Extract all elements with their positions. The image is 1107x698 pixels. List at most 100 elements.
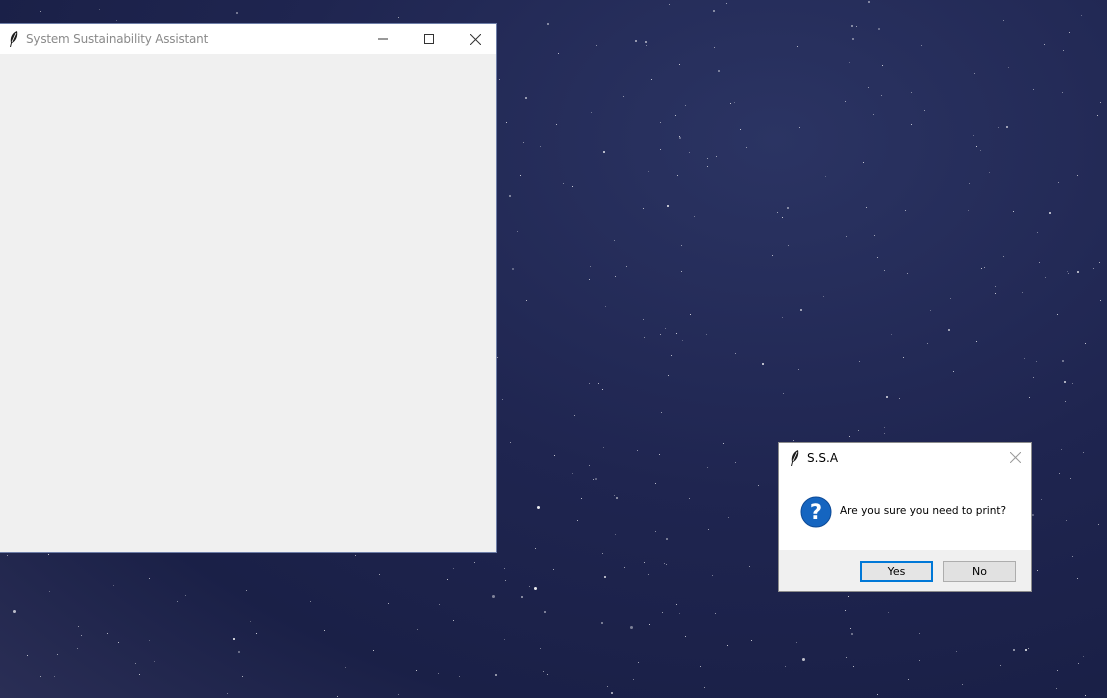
- star: [238, 651, 241, 654]
- star: [921, 45, 923, 47]
- dialog-close-button[interactable]: [1003, 446, 1027, 468]
- star: [660, 412, 662, 414]
- star: [876, 694, 878, 696]
- star: [975, 340, 977, 342]
- yes-button[interactable]: Yes: [860, 561, 933, 582]
- star: [878, 28, 881, 31]
- close-icon: [1009, 451, 1021, 463]
- star: [883, 270, 885, 272]
- star: [1024, 357, 1026, 359]
- star: [685, 104, 687, 106]
- star: [1064, 400, 1066, 402]
- star: [845, 610, 847, 612]
- star: [522, 142, 524, 144]
- star: [784, 666, 786, 668]
- star: [310, 601, 312, 603]
- star: [877, 257, 879, 259]
- star: [845, 235, 847, 237]
- star: [184, 594, 186, 596]
- star: [613, 240, 615, 242]
- star: [1058, 473, 1060, 475]
- star: [632, 678, 634, 680]
- star: [1067, 273, 1069, 274]
- no-button[interactable]: No: [943, 561, 1016, 582]
- star: [728, 516, 730, 518]
- star: [623, 567, 625, 569]
- star: [645, 41, 648, 44]
- star: [1007, 67, 1009, 69]
- maximize-button[interactable]: [406, 24, 452, 54]
- star: [496, 357, 498, 359]
- star: [453, 620, 455, 622]
- star: [48, 553, 50, 555]
- star: [883, 432, 885, 434]
- star: [646, 45, 648, 47]
- star: [1076, 270, 1079, 273]
- star: [642, 318, 644, 320]
- star: [1097, 524, 1099, 526]
- svg-text:?: ?: [810, 500, 822, 524]
- star: [1083, 452, 1085, 454]
- star: [1078, 662, 1080, 664]
- star: [665, 537, 668, 540]
- star: [345, 666, 347, 668]
- star: [39, 676, 41, 678]
- star: [726, 645, 728, 647]
- close-button[interactable]: [452, 24, 498, 54]
- star: [572, 473, 574, 475]
- star: [700, 666, 702, 668]
- dialog-button-bar: Yes No: [779, 550, 1031, 591]
- star: [589, 383, 591, 385]
- star: [534, 586, 538, 590]
- star: [694, 216, 696, 218]
- star: [666, 564, 667, 566]
- star: [629, 626, 633, 630]
- star: [510, 441, 512, 443]
- star: [745, 146, 747, 148]
- star: [802, 658, 806, 662]
- star: [983, 267, 985, 269]
- star: [911, 91, 913, 93]
- minimize-button[interactable]: [360, 24, 406, 54]
- star: [1013, 648, 1016, 651]
- star: [947, 328, 950, 331]
- star: [233, 637, 236, 640]
- star: [1071, 556, 1073, 558]
- star: [372, 650, 374, 652]
- star: [706, 165, 708, 167]
- dialog-title-bar[interactable]: S.S.A: [779, 443, 1031, 472]
- star: [581, 498, 583, 500]
- star: [540, 145, 542, 147]
- star: [930, 309, 932, 311]
- star: [851, 24, 854, 27]
- star: [536, 506, 540, 510]
- star: [1036, 231, 1038, 233]
- star: [851, 633, 854, 636]
- star: [788, 245, 790, 247]
- star: [589, 464, 591, 466]
- star: [637, 450, 639, 452]
- star: [1036, 360, 1038, 362]
- star: [885, 396, 888, 399]
- star: [553, 569, 555, 570]
- star: [1072, 382, 1074, 384]
- star: [324, 629, 326, 631]
- star: [690, 313, 692, 315]
- star: [848, 595, 849, 597]
- star: [908, 679, 910, 681]
- main-title-bar[interactable]: System Sustainability Assistant: [0, 24, 496, 54]
- star: [605, 306, 607, 308]
- star: [1022, 291, 1024, 293]
- star: [1057, 313, 1059, 315]
- star: [525, 299, 527, 301]
- star: [782, 316, 784, 318]
- star: [882, 65, 884, 67]
- star: [592, 479, 594, 481]
- star: [1066, 520, 1068, 522]
- star: [498, 79, 500, 80]
- star: [529, 586, 531, 588]
- star: [859, 361, 861, 363]
- star: [849, 628, 851, 630]
- star: [439, 603, 441, 605]
- dialog-title: S.S.A: [807, 450, 839, 465]
